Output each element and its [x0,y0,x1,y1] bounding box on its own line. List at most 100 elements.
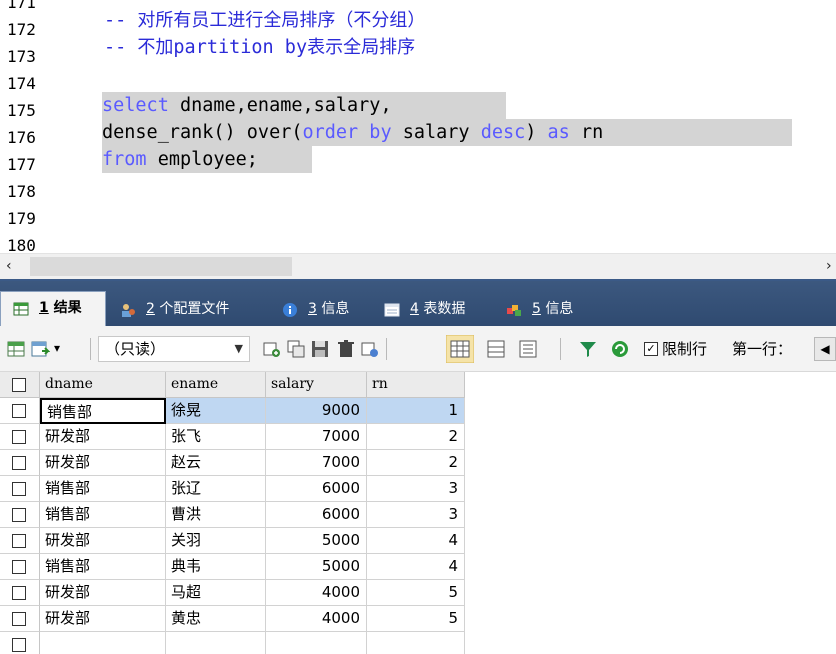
refresh-table-icon[interactable] [360,339,380,359]
delete-icon[interactable] [336,339,356,359]
cell-ename[interactable]: 关羽 [166,528,266,554]
cell-salary[interactable]: 7000 [266,424,367,450]
cell-salary[interactable]: 6000 [266,502,367,528]
cell-rn[interactable]: 3 [367,502,465,528]
sql-editor[interactable]: 171 172 173 174 175 176 177 178 179 180 … [0,0,836,253]
row-select-cell[interactable] [0,632,40,654]
sql-keyword: select [102,95,169,116]
cell-salary[interactable]: 5000 [266,554,367,580]
column-header-salary[interactable]: salary [266,372,367,398]
row-checkbox[interactable] [12,638,26,652]
row-select-cell[interactable] [0,450,40,476]
select-all-checkbox[interactable] [12,378,26,392]
mode-select[interactable]: （只读） ▼ [98,336,250,362]
grid-mode-icon[interactable] [446,335,474,363]
column-header-rn[interactable]: rn [367,372,465,398]
chevron-down-icon: ▼ [234,342,243,355]
code-area[interactable]: -- 对所有员工进行全局排序（不分组） -- 不加partition by表示全… [100,0,836,253]
scroll-right-arrow-icon[interactable]: › [826,258,832,274]
row-checkbox[interactable] [12,612,26,626]
tab-number: 2 [146,301,155,317]
tab-table-data[interactable]: 4 表数据 [372,293,488,328]
cell-ename[interactable] [166,632,266,654]
cell-ename[interactable]: 张辽 [166,476,266,502]
export-icon[interactable] [30,339,50,359]
cell-dname[interactable]: 销售部 [40,554,166,580]
row-select-cell[interactable] [0,502,40,528]
row-checkbox[interactable] [12,586,26,600]
cell-ename[interactable]: 徐晃 [166,398,266,424]
cell-dname[interactable]: 销售部 [40,476,166,502]
row-checkbox[interactable] [12,508,26,522]
cell-dname[interactable]: 研发部 [40,528,166,554]
cell-rn[interactable]: 4 [367,528,465,554]
sql-keyword: order by [302,122,392,143]
row-checkbox[interactable] [12,534,26,548]
cell-dname[interactable]: 销售部 [40,502,166,528]
row-checkbox[interactable] [12,482,26,496]
select-all-cell[interactable] [0,372,40,398]
limit-rows-checkbox[interactable]: ✓ [644,342,658,356]
chevron-down-icon[interactable]: ▾ [54,337,60,359]
row-select-cell[interactable] [0,606,40,632]
cell-rn[interactable]: 2 [367,424,465,450]
cell-ename[interactable]: 张飞 [166,424,266,450]
cell-salary[interactable] [266,632,367,654]
row-select-cell[interactable] [0,528,40,554]
scrollbar-thumb[interactable] [30,257,292,276]
cell-rn[interactable]: 3 [367,476,465,502]
cell-dname[interactable] [40,632,166,654]
tab-info[interactable]: 3 信息 [270,293,366,328]
row-select-cell[interactable] [0,554,40,580]
row-checkbox[interactable] [12,404,26,418]
cell-rn[interactable]: 1 [367,398,465,424]
horizontal-scrollbar[interactable]: ‹ › [0,253,836,279]
tab-info-2[interactable]: 5 信息 [494,293,590,328]
scroll-left-arrow-icon[interactable]: ‹ [6,258,12,274]
cell-ename[interactable]: 赵云 [166,450,266,476]
cell-rn[interactable]: 2 [367,450,465,476]
refresh-icon[interactable] [610,339,630,359]
save-icon[interactable] [310,339,330,359]
cell-ename[interactable]: 黄忠 [166,606,266,632]
cell-salary[interactable]: 4000 [266,606,367,632]
cell-salary[interactable]: 5000 [266,528,367,554]
duplicate-row-icon[interactable] [286,339,306,359]
row-checkbox[interactable] [12,560,26,574]
cell-dname[interactable]: 研发部 [40,606,166,632]
row-checkbox[interactable] [12,430,26,444]
filter-icon[interactable] [578,339,598,359]
grid-view-icon[interactable] [6,339,26,359]
row-select-cell[interactable] [0,476,40,502]
cell-dname[interactable]: 研发部 [40,580,166,606]
cell-dname[interactable]: 研发部 [40,450,166,476]
cell-salary[interactable]: 4000 [266,580,367,606]
form-mode-icon[interactable] [486,339,506,359]
line-number: 177 [7,155,36,174]
row-select-cell[interactable] [0,424,40,450]
column-header-dname[interactable]: dname [40,372,166,398]
cell-dname[interactable]: 研发部 [40,424,166,450]
cell-rn[interactable]: 5 [367,606,465,632]
row-select-cell[interactable] [0,398,40,424]
row-checkbox[interactable] [12,456,26,470]
column-header-ename[interactable]: ename [166,372,266,398]
tab-result[interactable]: 1 结果 [0,291,106,328]
cell-rn[interactable]: 4 [367,554,465,580]
cell-salary[interactable]: 7000 [266,450,367,476]
add-row-icon[interactable] [262,339,282,359]
cell-dname[interactable]: 销售部 [40,398,166,424]
result-grid[interactable]: dname ename salary rn 销售部 徐晃 9000 1 研发部 … [0,372,836,654]
text-mode-icon[interactable] [518,339,538,359]
previous-page-button[interactable]: ◀ [814,337,836,361]
cell-rn[interactable] [367,632,465,654]
cell-ename[interactable]: 马超 [166,580,266,606]
cell-rn[interactable]: 5 [367,580,465,606]
tab-profile[interactable]: 2 个配置文件 [108,293,260,328]
cell-salary[interactable]: 6000 [266,476,367,502]
row-select-cell[interactable] [0,580,40,606]
cell-ename[interactable]: 曹洪 [166,502,266,528]
sql-text: employee; [146,149,258,170]
cell-salary[interactable]: 9000 [266,398,367,424]
cell-ename[interactable]: 典韦 [166,554,266,580]
